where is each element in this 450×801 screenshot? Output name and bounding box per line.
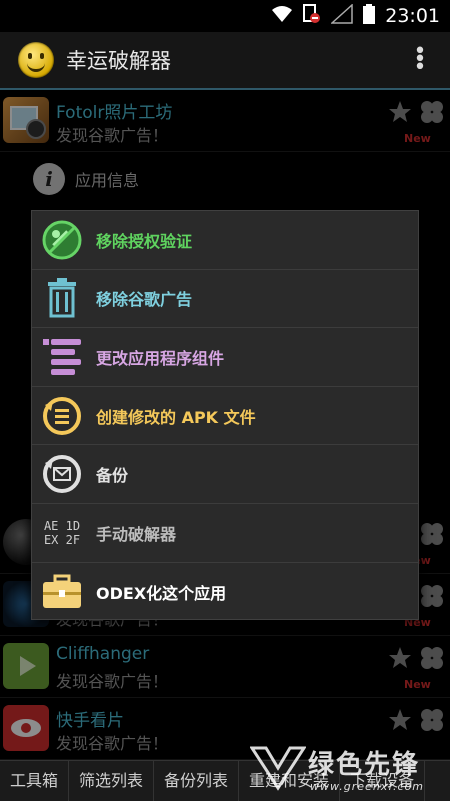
app-title: 幸运破解器 (66, 49, 171, 73)
tab-backup-list[interactable]: 备份列表 (154, 761, 240, 801)
watermark: 绿色先锋 www.greenxf.com (249, 742, 450, 800)
toolbox-icon (40, 570, 84, 614)
watermark-url: www.greenxf.com (310, 780, 424, 793)
menu-item-label: 手动破解器 (96, 524, 177, 544)
smiley-logo-icon (18, 42, 54, 78)
watermark-text: 绿色先锋 (308, 750, 421, 780)
wifi-icon (271, 5, 293, 27)
menu-item-label: 移除授权验证 (96, 231, 193, 251)
components-icon (40, 335, 84, 379)
no-license-icon (40, 218, 84, 262)
menu-item-label: ODEX化这个应用 (96, 583, 227, 603)
hex-line-2: EX 2F (43, 532, 81, 547)
menu-item-label: 移除谷歌广告 (96, 290, 193, 310)
create-modified-apk-item[interactable]: 创建修改的 APK 文件 (32, 387, 418, 446)
menu-item-label: 创建修改的 APK 文件 (96, 407, 256, 427)
tab-filter-list[interactable]: 筛选列表 (69, 761, 155, 801)
manual-patcher-item[interactable]: AE 1D EX 2F 手动破解器 (32, 504, 418, 563)
overflow-menu-icon[interactable]: • • • (408, 41, 432, 79)
clock: 23:01 (385, 5, 440, 27)
odex-app-item[interactable]: ODEX化这个应用 (32, 563, 418, 622)
hex-line-1: AE 1D (43, 518, 81, 533)
watermark-logo-icon (249, 746, 307, 791)
sim-blocked-icon (303, 4, 321, 28)
tab-toolbox[interactable]: 工具箱 (0, 761, 70, 801)
context-menu: 移除授权验证 移除谷歌广告 更改应用程序组件 创建修改的 APK 文件 备份 A… (31, 210, 419, 620)
status-bar: 23:01 (0, 0, 450, 32)
app-bar: 幸运破解器 • • • (0, 32, 450, 90)
remove-license-verification-item[interactable]: 移除授权验证 (32, 211, 418, 270)
menu-item-label: 备份 (96, 466, 129, 486)
battery-icon (363, 4, 376, 28)
create-apk-icon (40, 394, 84, 438)
change-app-components-item[interactable]: 更改应用程序组件 (32, 328, 418, 387)
remove-google-ads-item[interactable]: 移除谷歌广告 (32, 270, 418, 329)
backup-icon (40, 452, 84, 496)
signal-icon (330, 3, 353, 28)
manual-patcher-icon: AE 1D EX 2F (40, 511, 84, 555)
menu-item-label: 更改应用程序组件 (96, 348, 225, 368)
trash-icon (40, 276, 84, 320)
backup-item[interactable]: 备份 (32, 445, 418, 504)
